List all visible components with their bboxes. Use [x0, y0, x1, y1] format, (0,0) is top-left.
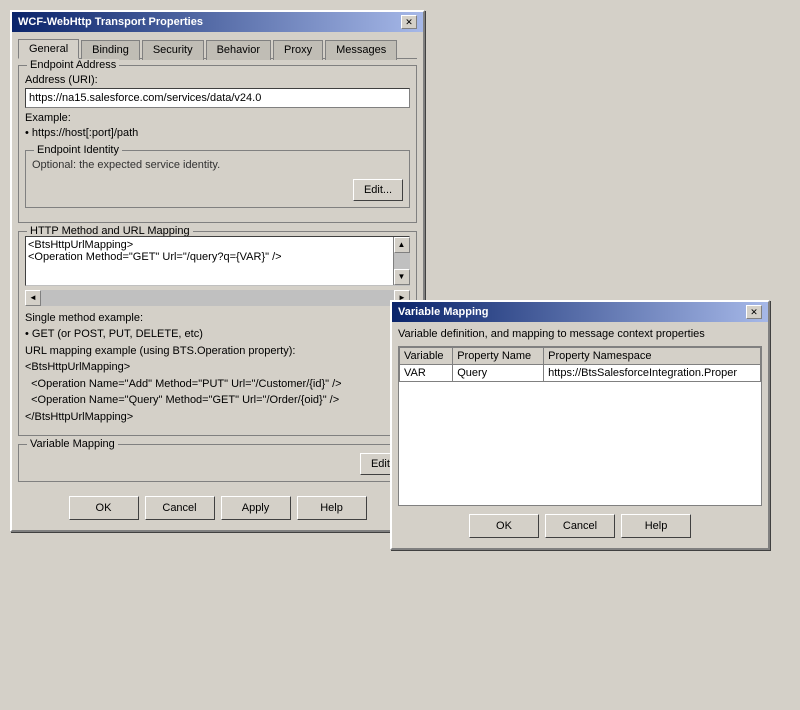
table-row[interactable]: VAR Query https://BtsSalesforceIntegrati… — [400, 365, 761, 382]
col-header-property-namespace: Property Namespace — [544, 348, 761, 365]
tab-strip: General Binding Security Behavior Proxy … — [18, 38, 417, 59]
close-button[interactable]: ✕ — [401, 15, 417, 29]
var-cancel-button[interactable]: Cancel — [545, 514, 615, 538]
scroll-down-button[interactable]: ▼ — [394, 269, 410, 285]
scrollbar-h-container: ◄ ► — [25, 290, 410, 306]
scroll-track-h — [41, 290, 394, 306]
main-dialog-title: WCF-WebHttp Transport Properties — [18, 16, 203, 28]
tab-proxy[interactable]: Proxy — [273, 40, 323, 60]
var-close-button[interactable]: ✕ — [746, 305, 762, 319]
titlebar-controls: ✕ — [401, 15, 417, 29]
example-label: Example: • https://host[:port]/path — [25, 111, 410, 142]
endpoint-identity-section: Endpoint Identity Optional: the expected… — [25, 150, 410, 208]
tab-behavior[interactable]: Behavior — [206, 40, 271, 60]
var-dialog: Variable Mapping ✕ Variable definition, … — [390, 300, 770, 550]
scroll-left-button[interactable]: ◄ — [25, 290, 41, 306]
address-input[interactable] — [25, 88, 410, 108]
col-header-variable: Variable — [400, 348, 453, 365]
scroll-track-v — [394, 253, 409, 269]
help-button[interactable]: Help — [297, 496, 367, 520]
col-header-property-name: Property Name — [453, 348, 544, 365]
var-ok-button[interactable]: OK — [469, 514, 539, 538]
scroll-up-button[interactable]: ▲ — [394, 237, 410, 253]
url-mapping-container: <BtsHttpUrlMapping> <Operation Method="G… — [25, 236, 410, 286]
http-method-section: HTTP Method and URL Mapping <BtsHttpUrlM… — [18, 231, 417, 437]
main-dialog-titlebar: WCF-WebHttp Transport Properties ✕ — [12, 12, 423, 32]
endpoint-identity-edit-button[interactable]: Edit... — [353, 179, 403, 201]
cell-property-namespace: https://BtsSalesforceIntegration.Proper — [544, 365, 761, 382]
var-description: Variable definition, and mapping to mess… — [398, 328, 762, 340]
apply-button[interactable]: Apply — [221, 496, 291, 520]
variable-mapping-legend: Variable Mapping — [27, 438, 118, 450]
main-dialog: WCF-WebHttp Transport Properties ✕ Gener… — [10, 10, 425, 532]
tab-general[interactable]: General — [18, 39, 79, 59]
var-button-row: OK Cancel Help — [398, 510, 762, 542]
tab-binding[interactable]: Binding — [81, 40, 140, 60]
cell-variable: VAR — [400, 365, 453, 382]
var-table-area: Variable Property Name Property Namespac… — [398, 346, 762, 506]
tab-messages[interactable]: Messages — [325, 40, 397, 60]
variable-mapping-section: Variable Mapping Edit... — [18, 444, 417, 482]
var-titlebar-controls: ✕ — [746, 305, 762, 319]
ok-button[interactable]: OK — [69, 496, 139, 520]
endpoint-identity-description: Optional: the expected service identity. — [32, 155, 403, 175]
var-table: Variable Property Name Property Namespac… — [399, 347, 761, 382]
button-row: OK Cancel Apply Help — [18, 490, 417, 524]
var-help-button[interactable]: Help — [621, 514, 691, 538]
var-dialog-title: Variable Mapping — [398, 306, 488, 318]
var-dialog-titlebar: Variable Mapping ✕ — [392, 302, 768, 322]
endpoint-identity-legend: Endpoint Identity — [34, 144, 122, 156]
tab-security[interactable]: Security — [142, 40, 204, 60]
single-method-text: Single method example: • GET (or POST, P… — [25, 310, 410, 426]
dialog-content: General Binding Security Behavior Proxy … — [12, 32, 423, 530]
var-dialog-content: Variable definition, and mapping to mess… — [392, 322, 768, 548]
endpoint-address-legend: Endpoint Address — [27, 59, 119, 71]
scrollbar-vertical: ▲ ▼ — [393, 237, 409, 285]
cell-property-name: Query — [453, 365, 544, 382]
address-label: Address (URI): — [25, 74, 410, 86]
url-mapping-textarea[interactable]: <BtsHttpUrlMapping> <Operation Method="G… — [26, 237, 393, 285]
endpoint-address-section: Endpoint Address Address (URI): Example:… — [18, 65, 417, 223]
cancel-button[interactable]: Cancel — [145, 496, 215, 520]
